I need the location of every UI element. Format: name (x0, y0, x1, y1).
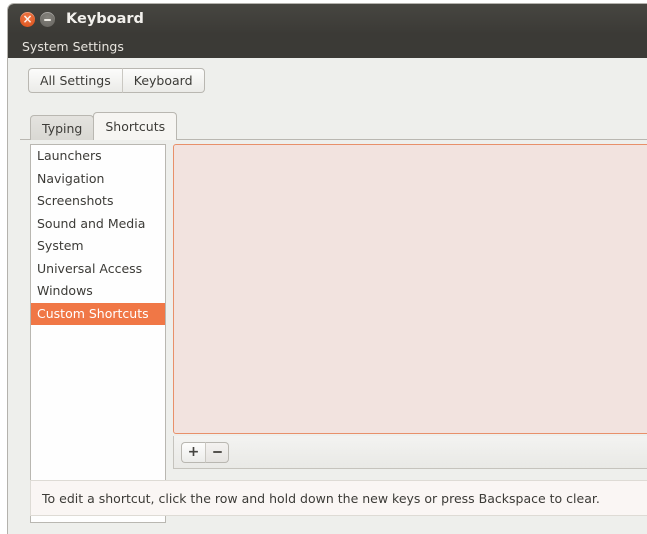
tab-shortcuts[interactable]: Shortcuts (93, 112, 178, 140)
sidebar-item-windows[interactable]: Windows (31, 280, 165, 303)
all-settings-button[interactable]: All Settings (28, 68, 122, 93)
minus-icon[interactable] (205, 441, 229, 463)
tab-strip: Typing Shortcuts (30, 112, 178, 140)
window-content: All Settings Keyboard Typing Shortcuts L… (8, 58, 647, 534)
sidebar-item-universal-access[interactable]: Universal Access (31, 258, 165, 281)
keyboard-button[interactable]: Keyboard (121, 68, 205, 93)
shortcut-list-panel[interactable] (173, 144, 647, 434)
close-icon[interactable] (20, 12, 35, 27)
menu-item-system-settings[interactable]: System Settings (20, 39, 126, 54)
sidebar-item-custom-shortcuts[interactable]: Custom Shortcuts (31, 302, 165, 325)
shortcut-list-toolbar (173, 436, 647, 469)
keyboard-settings-window: Keyboard System Settings All Settings Ke… (8, 4, 647, 534)
sidebar-item-navigation[interactable]: Navigation (31, 168, 165, 191)
menubar: System Settings (8, 34, 647, 58)
shortcut-category-list[interactable]: Launchers Navigation Screenshots Sound a… (30, 144, 166, 523)
sidebar-item-sound-and-media[interactable]: Sound and Media (31, 213, 165, 236)
sidebar-item-screenshots[interactable]: Screenshots (31, 190, 165, 213)
minimize-icon[interactable] (40, 12, 55, 27)
sidebar-item-launchers[interactable]: Launchers (31, 145, 165, 168)
breadcrumb-toolbar: All Settings Keyboard (28, 68, 205, 93)
window-titlebar: Keyboard (8, 4, 647, 34)
hint-bar: To edit a shortcut, click the row and ho… (30, 480, 647, 516)
plus-icon[interactable] (181, 441, 205, 463)
window-title: Keyboard (66, 11, 144, 27)
hint-text: To edit a shortcut, click the row and ho… (42, 490, 600, 506)
sidebar-item-system[interactable]: System (31, 235, 165, 258)
tab-typing[interactable]: Typing (30, 115, 95, 140)
